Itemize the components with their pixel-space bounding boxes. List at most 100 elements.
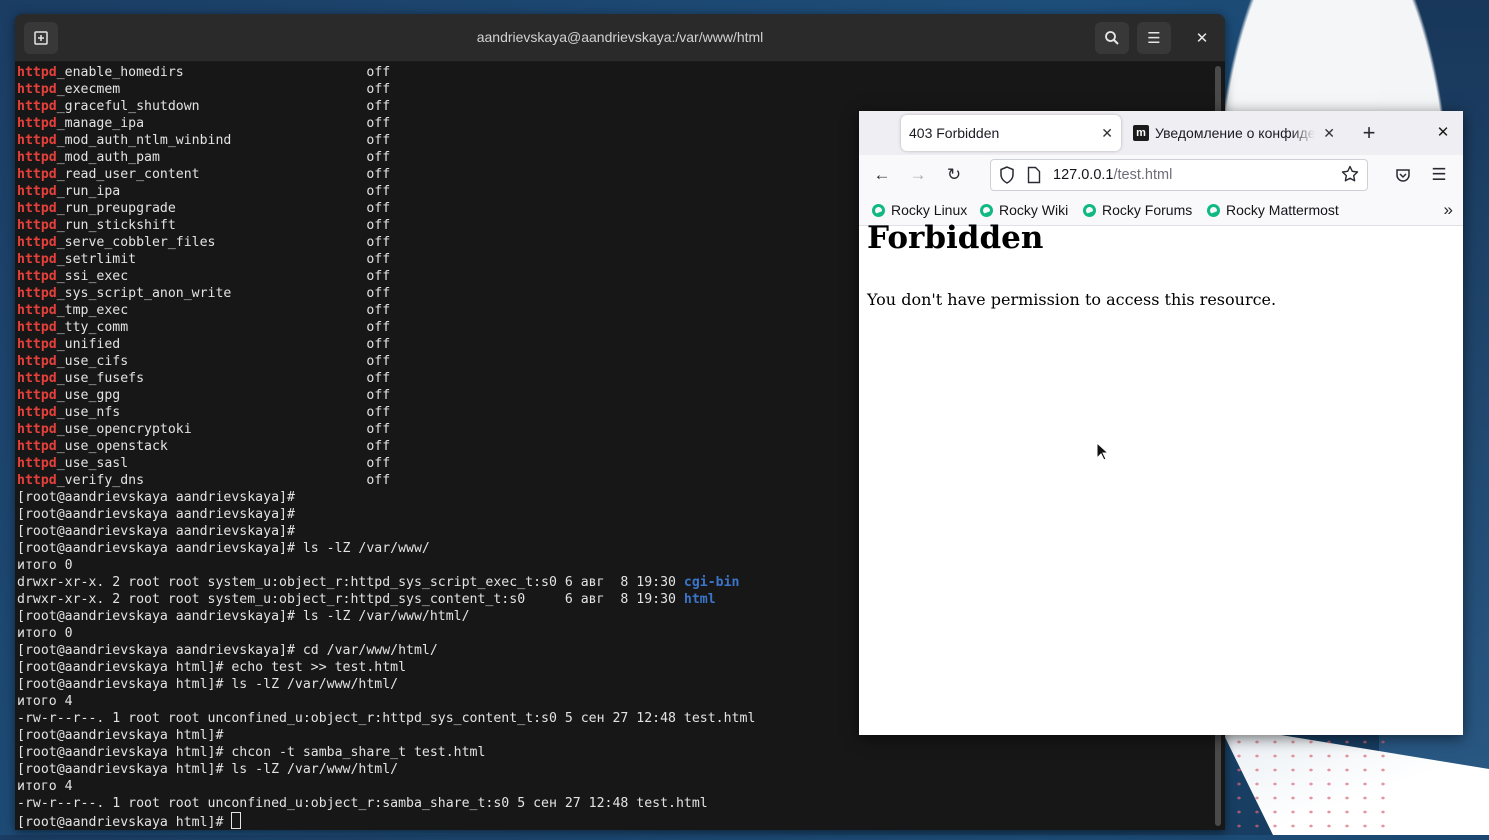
boolean-prefix: httpd bbox=[17, 252, 57, 267]
url-bar[interactable]: 127.0.0.1/test.html bbox=[990, 159, 1368, 191]
tab-close-icon[interactable]: ✕ bbox=[1101, 115, 1113, 151]
terminal-line-text: [root@aandrievskaya aandrievskaya]# bbox=[17, 490, 295, 505]
tab-close-icon[interactable]: ✕ bbox=[1323, 115, 1335, 151]
page-content: Forbidden You don't have permission to a… bbox=[859, 220, 1463, 735]
boolean-value: off bbox=[366, 116, 391, 131]
boolean-value: off bbox=[366, 65, 391, 80]
terminal-line-text: -rw-r--r--. 1 root root unconfined_u:obj… bbox=[17, 711, 756, 726]
boolean-prefix: httpd bbox=[17, 218, 57, 233]
tab-privacy-notice[interactable]: m Уведомление о конфиденциальности ✕ bbox=[1127, 115, 1339, 151]
back-arrow-icon[interactable]: ← bbox=[868, 161, 896, 189]
rocky-logo-icon bbox=[1083, 204, 1096, 217]
boolean-prefix: httpd bbox=[17, 439, 57, 454]
menu-button[interactable]: ☰ bbox=[1137, 22, 1171, 54]
boolean-name: _manage_ipa bbox=[56, 116, 145, 131]
boolean-prefix: httpd bbox=[17, 286, 57, 301]
boolean-name: _use_openstack bbox=[56, 439, 168, 454]
desktop-wallpaper-dots bbox=[1230, 735, 1390, 835]
boolean-prefix: httpd bbox=[17, 167, 57, 182]
boolean-prefix: httpd bbox=[17, 405, 57, 420]
app-menu-icon[interactable]: ☰ bbox=[1425, 161, 1453, 189]
boolean-prefix: httpd bbox=[17, 133, 57, 148]
page-icon[interactable] bbox=[1027, 166, 1041, 184]
boolean-value: off bbox=[366, 252, 391, 267]
boolean-name: _unified bbox=[56, 337, 121, 352]
terminal-line-text: -rw-r--r--. 1 root root unconfined_u:obj… bbox=[17, 796, 708, 811]
chevron-double-right-icon[interactable]: » bbox=[1444, 195, 1453, 225]
tab-403-forbidden[interactable]: 403 Forbidden ✕ bbox=[901, 115, 1121, 151]
boolean-prefix: httpd bbox=[17, 388, 57, 403]
boolean-name: _use_opencryptoki bbox=[56, 422, 192, 437]
reload-icon[interactable]: ↻ bbox=[940, 161, 968, 189]
boolean-value: off bbox=[366, 456, 391, 471]
boolean-prefix: httpd bbox=[17, 184, 57, 199]
tab-favicon-icon: m bbox=[1133, 125, 1149, 141]
forward-arrow-icon[interactable]: → bbox=[904, 161, 932, 189]
boolean-name: _graceful_shutdown bbox=[56, 99, 200, 114]
terminal-header: aandrievskaya@aandrievskaya:/var/www/htm… bbox=[15, 14, 1225, 62]
selinux-boolean-line: httpd_enable_homedirs off bbox=[17, 64, 1211, 81]
boolean-value: off bbox=[366, 218, 391, 233]
url-text[interactable]: 127.0.0.1/test.html bbox=[1053, 160, 1172, 190]
rocky-logo-icon bbox=[980, 204, 993, 217]
bookmark-rocky-forums[interactable]: Rocky Forums bbox=[1083, 195, 1192, 225]
boolean-name: _serve_cobbler_files bbox=[56, 235, 216, 250]
boolean-prefix: httpd bbox=[17, 337, 57, 352]
boolean-prefix: httpd bbox=[17, 422, 57, 437]
boolean-name: _run_preupgrade bbox=[56, 201, 176, 216]
boolean-value: off bbox=[366, 388, 391, 403]
boolean-prefix: httpd bbox=[17, 235, 57, 250]
boolean-value: off bbox=[366, 371, 391, 386]
boolean-prefix: httpd bbox=[17, 456, 57, 471]
mouse-pointer-icon bbox=[1096, 442, 1110, 461]
boolean-name: _run_stickshift bbox=[56, 218, 176, 233]
error-message: You don't have permission to access this… bbox=[867, 290, 1277, 309]
rocky-logo-icon bbox=[1207, 204, 1220, 217]
terminal-line-text: [root@aandrievskaya html]# bbox=[17, 815, 232, 830]
boolean-prefix: httpd bbox=[17, 65, 57, 80]
terminal-line: итого 4 bbox=[17, 778, 1211, 795]
boolean-name: _use_fusefs bbox=[56, 371, 145, 386]
terminal-line-text: [root@aandrievskaya html]# ls -lZ /var/w… bbox=[17, 762, 399, 777]
boolean-value: off bbox=[366, 473, 391, 488]
terminal-line-text: drwxr-xr-x. 2 root root system_u:object_… bbox=[17, 575, 684, 590]
rocky-logo-icon bbox=[872, 204, 885, 217]
boolean-value: off bbox=[366, 82, 391, 97]
close-icon: ✕ bbox=[1195, 29, 1209, 47]
search-button[interactable] bbox=[1095, 22, 1129, 54]
terminal-line-text: [root@aandrievskaya aandrievskaya]# bbox=[17, 507, 295, 522]
boolean-value: off bbox=[366, 150, 391, 165]
boolean-value: off bbox=[366, 354, 391, 369]
terminal-line-text: [root@aandrievskaya html]# chcon -t samb… bbox=[17, 745, 486, 760]
url-host: 127.0.0.1 bbox=[1053, 167, 1114, 183]
bookmark-star-icon[interactable] bbox=[1341, 165, 1359, 183]
boolean-name: _tmp_exec bbox=[56, 303, 129, 318]
boolean-name: _use_cifs bbox=[56, 354, 129, 369]
shield-icon[interactable] bbox=[999, 166, 1015, 184]
new-tab-plus-icon[interactable]: + bbox=[1357, 119, 1381, 147]
bookmark-rocky-mattermost[interactable]: Rocky Mattermost bbox=[1207, 195, 1339, 225]
boolean-name: _execmem bbox=[56, 82, 121, 97]
terminal-line-text: [root@aandrievskaya aandrievskaya]# bbox=[17, 524, 295, 539]
boolean-value: off bbox=[366, 167, 391, 182]
boolean-value: off bbox=[366, 235, 391, 250]
boolean-value: off bbox=[366, 201, 391, 216]
close-window-button[interactable]: ✕ bbox=[1185, 22, 1219, 54]
terminal-line-text: итого 0 bbox=[17, 558, 73, 573]
terminal-line-text: итого 0 bbox=[17, 626, 73, 641]
boolean-value: off bbox=[366, 337, 391, 352]
boolean-prefix: httpd bbox=[17, 150, 57, 165]
terminal-line-text: итого 4 bbox=[17, 694, 73, 709]
boolean-prefix: httpd bbox=[17, 320, 57, 335]
browser-close-icon[interactable]: ✕ bbox=[1431, 119, 1455, 147]
boolean-value: off bbox=[366, 184, 391, 199]
boolean-value: off bbox=[366, 303, 391, 318]
search-icon bbox=[1105, 31, 1119, 45]
pocket-icon[interactable] bbox=[1389, 161, 1417, 189]
terminal-line: [root@aandrievskaya html]# ls -lZ /var/w… bbox=[17, 761, 1211, 778]
browser-window[interactable]: 403 Forbidden ✕ m Уведомление о конфиден… bbox=[859, 111, 1463, 735]
terminal-line: [root@aandrievskaya html]# bbox=[17, 812, 1211, 830]
boolean-name: _mod_auth_pam bbox=[56, 150, 160, 165]
tab-label: Уведомление о конфиденциальности bbox=[1155, 125, 1315, 141]
boolean-name: _tty_comm bbox=[56, 320, 129, 335]
